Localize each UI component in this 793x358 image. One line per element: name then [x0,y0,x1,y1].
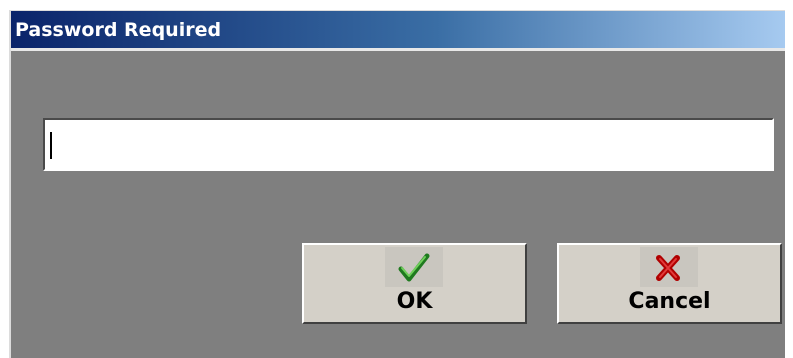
ok-icon-box [385,247,443,287]
password-input[interactable] [43,118,774,171]
cancel-icon-box [640,247,698,287]
dialog-title: Password Required [15,19,222,41]
x-icon [656,255,680,281]
cancel-button[interactable]: Cancel [557,243,782,324]
ok-button-label: OK [396,289,433,314]
password-dialog: Password Required OK Cancel [9,10,785,358]
title-bar[interactable]: Password Required [11,11,785,51]
text-caret [50,132,52,159]
ok-button[interactable]: OK [302,243,527,324]
check-icon [398,253,430,282]
cancel-button-label: Cancel [628,289,711,314]
